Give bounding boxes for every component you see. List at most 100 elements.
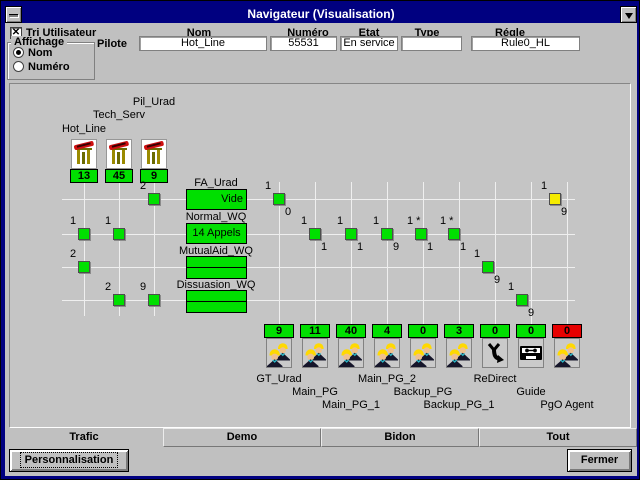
queue-box[interactable]: 14 Appels [186, 223, 247, 244]
station-count-box[interactable]: 9 [264, 324, 294, 338]
station-label: Main_PG_1 [322, 399, 380, 411]
node-count-bottom: 9 [561, 206, 567, 218]
agents-icon[interactable] [302, 338, 328, 368]
app-window: Navigateur (Visualisation) ✕ Tri Utilisa… [0, 0, 640, 480]
station-label: Main_PG_2 [358, 373, 416, 385]
grid-column-line [567, 182, 568, 324]
pilote-label: Pilote [97, 38, 127, 50]
grid-column-line [84, 182, 85, 316]
node-count-top: 1 [474, 248, 480, 260]
agents-icon[interactable] [446, 338, 472, 368]
route-node[interactable] [381, 228, 393, 240]
pilot-count-box[interactable]: 45 [105, 169, 133, 183]
node-count-bottom: 1 [427, 241, 433, 253]
window-title: Navigateur (Visualisation) [5, 6, 637, 23]
radio-numero-label: Numéro [28, 61, 70, 73]
node-count-top: 1 * [440, 215, 453, 227]
route-node[interactable] [113, 294, 125, 306]
queue-box[interactable] [186, 267, 247, 279]
node-count-top: 2 [105, 281, 111, 293]
route-node[interactable] [148, 193, 160, 205]
route-node[interactable] [273, 193, 285, 205]
route-node[interactable] [148, 294, 160, 306]
tab-bidon[interactable]: Bidon [321, 428, 479, 447]
agents-icon[interactable] [266, 338, 292, 368]
view-tabs: Trafic Demo Bidon Tout [5, 428, 637, 447]
node-count-top: 1 [105, 215, 111, 227]
node-count-bottom: 1 [460, 241, 466, 253]
title-bar: Navigateur (Visualisation) [5, 6, 637, 23]
station-count-box[interactable]: 0 [480, 324, 510, 338]
node-count-bottom: 9 [528, 307, 534, 319]
system-menu-button[interactable] [5, 6, 22, 23]
queue-box[interactable]: Vide [186, 189, 247, 210]
node-count-top: 1 [541, 180, 547, 192]
pilot-label: Tech_Serv [93, 109, 145, 121]
window-content: ✕ Tri Utilisateur Nom Numéro Etat Type R… [5, 23, 637, 476]
station-count-box[interactable]: 0 [516, 324, 546, 338]
radio-numero-icon[interactable] [13, 61, 24, 72]
grid-row-line [62, 199, 575, 200]
agents-icon[interactable] [410, 338, 436, 368]
queue-label: Normal_WQ [186, 211, 247, 223]
route-node[interactable] [78, 261, 90, 273]
node-count-top: 1 [508, 281, 514, 293]
affichage-group: Affichage Nom Numéro [7, 42, 95, 80]
pilot-label: Pil_Urad [133, 96, 175, 108]
node-count-top: 1 * [407, 215, 420, 227]
queue-box[interactable] [186, 301, 247, 313]
node-count-top: 1 [373, 215, 379, 227]
node-count-bottom: 1 [321, 241, 327, 253]
route-node[interactable] [309, 228, 321, 240]
route-node[interactable] [415, 228, 427, 240]
route-node[interactable] [345, 228, 357, 240]
route-node[interactable] [113, 228, 125, 240]
tab-demo[interactable]: Demo [163, 428, 321, 447]
pilot-count-box[interactable]: 13 [70, 169, 98, 183]
grid-column-line [459, 182, 460, 324]
pilote-numero-field[interactable]: 55531 [270, 36, 337, 51]
node-count-top: 1 [265, 180, 271, 192]
agents-icon[interactable] [338, 338, 364, 368]
route-node[interactable] [78, 228, 90, 240]
tab-trafic[interactable]: Trafic [5, 428, 163, 447]
station-label: Guide [516, 386, 545, 398]
cassette-icon[interactable] [518, 338, 544, 368]
personnalisation-button[interactable]: Personnalisation [9, 449, 129, 472]
pilote-etat-field[interactable]: En service [340, 36, 398, 51]
station-label: Backup_PG [394, 386, 453, 398]
station-count-box[interactable]: 4 [372, 324, 402, 338]
radio-nom-label: Nom [28, 47, 52, 59]
station-count-box[interactable]: 40 [336, 324, 366, 338]
agents-icon[interactable] [374, 338, 400, 368]
node-count-bottom: 0 [285, 206, 291, 218]
station-count-box[interactable]: 0 [408, 324, 438, 338]
route-node[interactable] [516, 294, 528, 306]
pilote-nom-field[interactable]: Hot_Line [139, 36, 267, 51]
station-count-box[interactable]: 11 [300, 324, 330, 338]
pilote-type-field[interactable] [401, 36, 462, 51]
route-node[interactable] [448, 228, 460, 240]
radio-nom-icon[interactable] [13, 47, 24, 58]
redirect-icon[interactable] [482, 338, 508, 368]
phone-icon[interactable] [141, 139, 167, 169]
grid-column-line [495, 182, 496, 324]
fermer-button[interactable]: Fermer [567, 449, 632, 472]
grid-row-line [62, 300, 575, 301]
agents-icon[interactable] [554, 338, 580, 368]
node-count-bottom: 9 [494, 274, 500, 286]
phone-icon[interactable] [106, 139, 132, 169]
station-label: Backup_PG_1 [424, 399, 495, 411]
grid-column-line [315, 182, 316, 324]
station-count-box[interactable]: 0 [552, 324, 582, 338]
node-count-top: 1 [301, 215, 307, 227]
tab-tout[interactable]: Tout [479, 428, 637, 447]
station-count-box[interactable]: 3 [444, 324, 474, 338]
pilote-regle-field[interactable]: Rule0_HL [471, 36, 580, 51]
phone-icon[interactable] [71, 139, 97, 169]
window-menu-button[interactable] [620, 6, 637, 23]
personnalisation-button-label: Personnalisation [21, 453, 118, 467]
diagram-panel: Hot_Line13Tech_Serv45Pil_Urad9FA_UradVid… [9, 83, 631, 428]
route-node[interactable] [482, 261, 494, 273]
route-node[interactable] [549, 193, 561, 205]
